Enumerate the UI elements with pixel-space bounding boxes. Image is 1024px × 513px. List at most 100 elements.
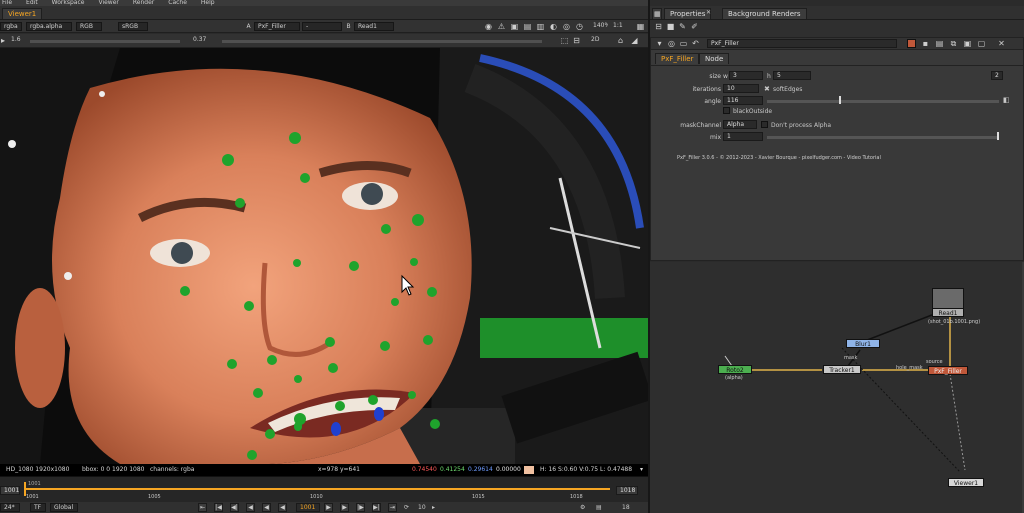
help-icon[interactable]: ◎ — [667, 39, 676, 48]
clear-panels-icon[interactable]: ✎ — [678, 22, 687, 31]
view-mode-dropdown[interactable]: 2D — [588, 36, 610, 45]
timeline[interactable]: 1001 1001 1001 1005 1010 1015 1018 1018 — [0, 476, 648, 502]
composite-mode-dropdown[interactable]: - — [302, 22, 342, 31]
mix-slider-handle[interactable] — [997, 132, 999, 140]
tab-background-renders[interactable]: Background Renders — [722, 8, 807, 19]
float-panel-icon[interactable]: ⧉ — [949, 39, 958, 48]
tab-viewer[interactable]: Viewer1 — [2, 8, 43, 19]
input-a-dropdown[interactable]: PxF_Filler — [254, 22, 300, 31]
tracker1-node[interactable]: Tracker1 — [823, 365, 861, 374]
increment-value[interactable]: 10 — [418, 504, 426, 511]
tf-dropdown[interactable]: TF — [30, 503, 46, 512]
timeline-end[interactable]: 1018 — [616, 486, 638, 495]
gain-flag-icon[interactable]: ▸ — [0, 36, 6, 45]
pane-menu-icon[interactable]: ▦ — [652, 8, 662, 19]
loop-icon[interactable]: ⟳ — [404, 504, 409, 511]
node-name-field[interactable]: PxF_Filler — [707, 39, 897, 48]
pxf-filler-node[interactable]: PxF_Filler — [928, 366, 968, 375]
mask-overlay-icon[interactable]: ▥ — [536, 22, 545, 31]
timeline-start[interactable]: 1001 — [0, 486, 20, 495]
end-button[interactable]: ▶| — [372, 503, 381, 512]
lock-icon[interactable]: ◢ — [630, 36, 639, 45]
settings-icon[interactable]: ▦ — [636, 22, 645, 31]
current-frame-field[interactable]: 1001 — [296, 503, 320, 512]
start-button[interactable]: |◀ — [214, 503, 223, 512]
display-channel-dropdown[interactable]: RGB — [76, 22, 102, 31]
sync-icon[interactable]: ◎ — [562, 22, 571, 31]
channels-dropdown[interactable]: rgba — [0, 22, 22, 31]
increment-step-icon[interactable]: ▸ — [432, 504, 435, 511]
proxy-dropdown[interactable]: 1:1 — [610, 22, 628, 31]
tab-node[interactable]: Node — [699, 53, 730, 64]
softedges-checkbox[interactable]: ✖ — [764, 85, 770, 93]
close-panel-icon[interactable]: ✕ — [997, 39, 1006, 48]
in-point-button[interactable]: ⇤ — [198, 503, 207, 512]
max-panels-field[interactable]: ⊟ — [654, 22, 663, 31]
gamma-value[interactable]: 0.37 — [190, 36, 220, 45]
node-graph[interactable]: Read1 (shot_01b.1001.png) Blur1 mask Rot… — [650, 262, 1024, 513]
camera-icon[interactable]: ◉ — [484, 22, 493, 31]
mix-slider[interactable] — [767, 136, 999, 139]
collapse-icon[interactable]: ▾ — [655, 39, 664, 48]
angle-slider-handle[interactable] — [839, 96, 841, 104]
playback-settings-icon[interactable]: ⚙ — [580, 504, 585, 511]
blur1-node[interactable]: Blur1 — [846, 339, 880, 348]
pen-icon[interactable]: ✐ — [690, 22, 699, 31]
home-icon[interactable]: ⌂ — [616, 36, 625, 45]
zoom-dropdown[interactable]: 140% — [590, 22, 608, 31]
timeline-bar[interactable] — [24, 488, 610, 490]
region-icon[interactable]: ⬚ — [560, 36, 569, 45]
blackoutside-checkbox[interactable] — [723, 107, 730, 114]
prev-key-button[interactable]: ◀| — [230, 503, 239, 512]
lock-panels-icon[interactable]: ■ — [666, 22, 675, 31]
gain-slider[interactable] — [30, 40, 180, 43]
fps-dropdown[interactable]: 24* — [0, 503, 20, 512]
colorspace-dropdown[interactable]: sRGB — [118, 22, 148, 31]
credits-text[interactable]: PxF_Filler 3.0.6 - © 2012-2023 - Xavier … — [677, 155, 881, 161]
angle-anim-icon[interactable]: ◧ — [1003, 96, 1010, 104]
input-b-dropdown[interactable]: Read1 — [354, 22, 394, 31]
node-color-icon[interactable]: ▭ — [679, 39, 688, 48]
prev-frame-button[interactable]: ◀ — [246, 503, 255, 512]
info-menu-icon[interactable]: ▾ — [640, 464, 643, 476]
size-h-field[interactable]: 5 — [773, 71, 811, 80]
scope-dropdown[interactable]: Global — [50, 503, 78, 512]
wipe-icon[interactable]: ⊟ — [572, 36, 581, 45]
revert-icon[interactable]: ▤ — [935, 39, 944, 48]
angle-slider[interactable] — [767, 100, 999, 103]
read1-node[interactable]: Read1 — [932, 308, 964, 317]
play-forward-button[interactable]: ▶ — [324, 503, 333, 512]
next-frame-button[interactable]: ▶ — [340, 503, 349, 512]
next-key-button[interactable]: |▶ — [356, 503, 365, 512]
roi-icon[interactable]: ▣ — [510, 22, 519, 31]
viewer-image[interactable] — [0, 48, 648, 464]
pause-icon[interactable]: ◷ — [575, 22, 584, 31]
iterations-field[interactable]: 10 — [723, 84, 759, 93]
alpha-channel-dropdown[interactable]: rgba.alpha — [26, 22, 72, 31]
roto2-node[interactable]: Roto2 — [718, 365, 752, 374]
size-w-field[interactable]: 3 — [729, 71, 763, 80]
clip-warning-icon[interactable]: ⚠ — [497, 22, 506, 31]
out-point-button[interactable]: ⇥ — [388, 503, 397, 512]
gain-value[interactable]: 1.6 — [8, 36, 26, 45]
angle-field[interactable]: 116 — [723, 96, 763, 105]
node-tile-color[interactable] — [907, 39, 916, 48]
maskchannel-dropdown[interactable]: Alpha — [723, 120, 757, 129]
close-tab-icon[interactable]: ✕ — [706, 9, 711, 16]
maximize-panel-icon[interactable]: ▢ — [977, 39, 986, 48]
mix-field[interactable]: 1 — [723, 132, 763, 141]
step-back-button[interactable]: ◀ — [278, 503, 287, 512]
gamma-slider[interactable] — [222, 40, 542, 43]
color-picker-icon[interactable]: ◐ — [549, 22, 558, 31]
tab-pxf-filler[interactable]: PxF_Filler — [655, 53, 700, 64]
tab-properties[interactable]: Properties — [664, 8, 712, 19]
size-channels-button[interactable]: 2 — [991, 71, 1003, 80]
play-backward-button[interactable]: ◀ — [262, 503, 271, 512]
gl-color-icon[interactable]: ▪ — [921, 39, 930, 48]
overlay-icon[interactable]: ▤ — [523, 22, 532, 31]
undo-icon[interactable]: ↶ — [691, 39, 700, 48]
viewer1-node[interactable]: Viewer1 — [948, 478, 984, 487]
minimize-panel-icon[interactable]: ▣ — [963, 39, 972, 48]
dont-process-alpha-checkbox[interactable] — [761, 121, 768, 128]
flipbook-icon[interactable]: ▤ — [596, 504, 602, 511]
